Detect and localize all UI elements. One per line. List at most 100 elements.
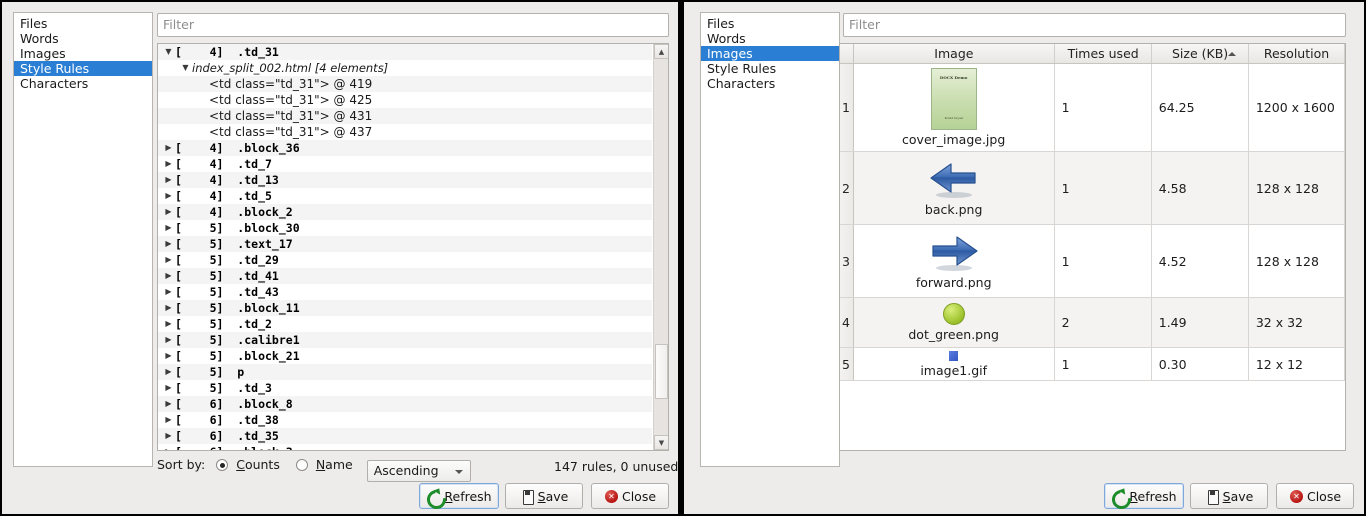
tree-row[interactable]: <td class="td_31"> @ 431 bbox=[158, 108, 652, 124]
save-button-right[interactable]: Save bbox=[1190, 483, 1268, 509]
tree-expander-closed-icon[interactable]: ▶ bbox=[162, 188, 175, 204]
sort-name-label[interactable]: Name bbox=[316, 457, 353, 472]
column-header-resolution[interactable]: Resolution bbox=[1249, 44, 1345, 63]
table-row[interactable]: 1 DOCX Demo Kovid Goyal cover_image.jpg 1 64.… bbox=[840, 64, 1345, 152]
tree-row[interactable]: ▶[ 5] .td_2 bbox=[158, 316, 652, 332]
category-item-words[interactable]: Words bbox=[14, 31, 152, 46]
tree-row[interactable]: ▶[ 5] .block_30 bbox=[158, 220, 652, 236]
tree-expander-open-icon[interactable]: ▼ bbox=[162, 44, 175, 60]
tree-expander-closed-icon[interactable]: ▶ bbox=[162, 204, 175, 220]
table-row[interactable]: 5 image1.gif 1 0.30 12 x 12 bbox=[840, 348, 1345, 381]
table-row[interactable]: 3 forward.png 1 4.52 128 x 128 bbox=[840, 225, 1345, 298]
scroll-down-icon[interactable]: ▼ bbox=[654, 435, 668, 450]
cell-image[interactable]: dot_green.png bbox=[854, 298, 1055, 347]
category-item-images[interactable]: Images bbox=[14, 46, 152, 61]
tree-expander-closed-icon[interactable]: ▶ bbox=[162, 156, 175, 172]
column-header-rownum[interactable] bbox=[840, 44, 854, 63]
tree-row[interactable]: <td class="td_31"> @ 419 bbox=[158, 76, 652, 92]
category-list-left[interactable]: Files Words Images Style Rules Character… bbox=[13, 12, 153, 467]
tree-row[interactable]: ▼ index_split_002.html [4 elements] bbox=[158, 60, 652, 76]
tree-row[interactable]: ▶[ 5] .td_41 bbox=[158, 268, 652, 284]
tree-expander-closed-icon[interactable]: ▶ bbox=[162, 220, 175, 236]
sort-name-radio[interactable] bbox=[295, 459, 308, 471]
scrollbar-thumb[interactable] bbox=[655, 344, 668, 399]
filter-input-left[interactable]: Filter bbox=[157, 13, 669, 37]
tree-expander-closed-icon[interactable]: ▶ bbox=[162, 396, 175, 412]
tree-row-label: [ 4] .td_31 bbox=[175, 45, 279, 59]
table-row[interactable]: 2 back.png 1 4.58 128 x 128 bbox=[840, 152, 1345, 225]
sort-counts-radio[interactable] bbox=[216, 459, 229, 471]
tree-expander-closed-icon[interactable]: ▶ bbox=[162, 380, 175, 396]
tree-expander-closed-icon[interactable]: ▶ bbox=[162, 268, 175, 284]
category-item-files-right[interactable]: Files bbox=[701, 16, 839, 31]
tree-expander-closed-icon[interactable]: ▶ bbox=[162, 428, 175, 444]
tree-expander-closed-icon[interactable]: ▶ bbox=[162, 316, 175, 332]
tree-row[interactable]: ▼[ 4] .td_31 bbox=[158, 44, 652, 60]
column-header-size[interactable]: Size (KB) bbox=[1152, 44, 1250, 63]
tree-row[interactable]: <td class="td_31"> @ 425 bbox=[158, 92, 652, 108]
tree-row[interactable]: ▶[ 5] .block_21 bbox=[158, 348, 652, 364]
tree-row-label: [ 6] .block_3 bbox=[175, 445, 293, 450]
refresh-icon bbox=[426, 489, 441, 504]
close-button-left[interactable]: Close bbox=[591, 483, 669, 509]
refresh-button-left[interactable]: Refresh bbox=[419, 483, 499, 509]
tree-expander-open-icon[interactable]: ▼ bbox=[179, 60, 192, 76]
column-header-times-used[interactable]: Times used bbox=[1055, 44, 1153, 63]
tree-expander-closed-icon[interactable]: ▶ bbox=[162, 364, 175, 380]
table-row[interactable]: 4 dot_green.png 2 1.49 32 x 32 bbox=[840, 298, 1345, 348]
category-item-style-rules[interactable]: Style Rules bbox=[14, 61, 152, 76]
tree-row[interactable]: ▶[ 4] .block_2 bbox=[158, 204, 652, 220]
tree-expander-closed-icon[interactable]: ▶ bbox=[162, 252, 175, 268]
tree-expander-closed-icon[interactable]: ▶ bbox=[162, 284, 175, 300]
tree-expander-closed-icon[interactable]: ▶ bbox=[162, 300, 175, 316]
tree-expander-closed-icon[interactable]: ▶ bbox=[162, 444, 175, 450]
tree-expander-closed-icon[interactable]: ▶ bbox=[162, 140, 175, 156]
sort-counts-label[interactable]: Counts bbox=[236, 457, 280, 472]
tree-row[interactable]: ▶[ 5] .text_17 bbox=[158, 236, 652, 252]
tree-row[interactable]: ▶[ 5] .td_43 bbox=[158, 284, 652, 300]
category-item-characters[interactable]: Characters bbox=[14, 76, 152, 91]
tree-expander-closed-icon[interactable]: ▶ bbox=[162, 412, 175, 428]
tree-row[interactable]: ▶[ 4] .td_7 bbox=[158, 156, 652, 172]
category-item-images-right[interactable]: Images bbox=[701, 46, 839, 61]
column-header-image[interactable]: Image bbox=[854, 44, 1056, 63]
tree-row[interactable]: ▶[ 6] .block_8 bbox=[158, 396, 652, 412]
cell-image[interactable]: forward.png bbox=[854, 225, 1055, 297]
tree-row[interactable]: ▶[ 5] .calibre1 bbox=[158, 332, 652, 348]
tree-row[interactable]: ▶[ 5] p bbox=[158, 364, 652, 380]
tree-row[interactable]: ▶[ 6] .td_38 bbox=[158, 412, 652, 428]
sort-order-select[interactable]: Ascending bbox=[366, 460, 471, 482]
category-item-characters-right[interactable]: Characters bbox=[701, 76, 839, 91]
tree-row[interactable]: <td class="td_31"> @ 437 bbox=[158, 124, 652, 140]
tree-row[interactable]: ▶[ 5] .td_3 bbox=[158, 380, 652, 396]
tree-expander-closed-icon[interactable]: ▶ bbox=[162, 236, 175, 252]
tree-row[interactable]: ▶[ 6] .block_3 bbox=[158, 444, 652, 450]
scroll-up-icon[interactable]: ▲ bbox=[654, 44, 668, 59]
filter-input-right[interactable]: Filter bbox=[843, 13, 1346, 37]
tree-row[interactable]: ▶[ 5] .td_29 bbox=[158, 252, 652, 268]
tree-expander-closed-icon[interactable]: ▶ bbox=[162, 332, 175, 348]
save-icon-right bbox=[1205, 489, 1220, 505]
category-item-style-rules-right[interactable]: Style Rules bbox=[701, 61, 839, 76]
save-button-left[interactable]: Save bbox=[505, 483, 583, 509]
tree-expander-closed-icon[interactable]: ▶ bbox=[162, 172, 175, 188]
cell-image[interactable]: image1.gif bbox=[854, 348, 1055, 380]
category-item-files[interactable]: Files bbox=[14, 16, 152, 31]
tree-row[interactable]: ▶[ 6] .td_35 bbox=[158, 428, 652, 444]
tree-expander-closed-icon[interactable]: ▶ bbox=[162, 348, 175, 364]
refresh-button-right[interactable]: Refresh bbox=[1104, 483, 1184, 509]
category-list-right[interactable]: Files Words Images Style Rules Character… bbox=[700, 12, 840, 467]
images-table[interactable]: Image Times used Size (KB) Resolution 1D… bbox=[839, 43, 1346, 451]
cell-image[interactable]: back.png bbox=[854, 152, 1055, 224]
close-icon-right bbox=[1289, 489, 1304, 504]
category-item-words-right[interactable]: Words bbox=[701, 31, 839, 46]
tree-vertical-scrollbar[interactable]: ▲ ▼ bbox=[653, 44, 668, 450]
style-rules-tree[interactable]: ▼[ 4] .td_31 ▼ index_split_002.html [4 ele… bbox=[157, 43, 669, 451]
close-button-right[interactable]: Close bbox=[1276, 483, 1354, 509]
tree-row[interactable]: ▶[ 4] .block_36 bbox=[158, 140, 652, 156]
cell-image[interactable]: DOCX Demo Kovid Goyal cover_image.jpg bbox=[854, 64, 1055, 151]
right-arrow-thumb bbox=[927, 233, 981, 273]
tree-row[interactable]: ▶[ 5] .block_11 bbox=[158, 300, 652, 316]
tree-row[interactable]: ▶[ 4] .td_13 bbox=[158, 172, 652, 188]
tree-row[interactable]: ▶[ 4] .td_5 bbox=[158, 188, 652, 204]
